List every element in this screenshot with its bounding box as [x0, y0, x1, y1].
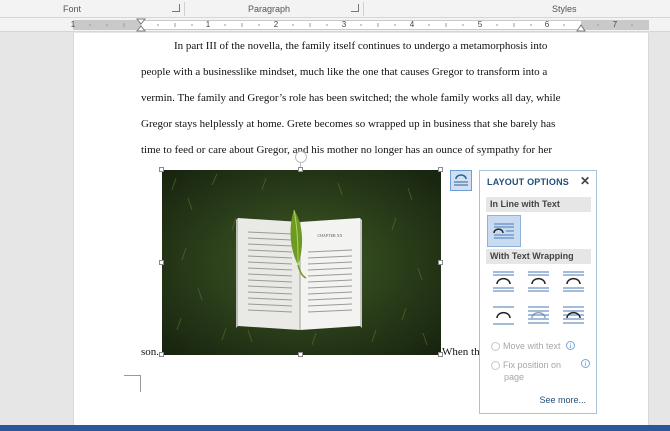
wrap-tight-option[interactable]	[525, 268, 552, 295]
wrap-in-front-of-text-option[interactable]	[560, 302, 587, 329]
horizontal-ruler[interactable]: 1 1 2 3 4 5 6 7	[0, 18, 670, 32]
text-line[interactable]: When th	[442, 346, 480, 358]
wrap-inline-with-text-option[interactable]	[487, 215, 521, 247]
book-on-grass-image[interactable]: CHAPTER XX	[162, 170, 441, 355]
ruler-ticks	[89, 23, 633, 27]
through-wrap-icon	[563, 271, 584, 292]
wrap-through-option[interactable]	[560, 268, 587, 295]
text-line[interactable]: In part III of the novella, the family i…	[174, 40, 547, 52]
resize-handle-bottom-right[interactable]	[438, 352, 443, 357]
resize-handle-top[interactable]	[298, 167, 303, 172]
status-bar	[0, 425, 670, 431]
text-line[interactable]: people with a businesslike mindset, much…	[141, 66, 547, 78]
book-heading: CHAPTER XX	[317, 233, 342, 238]
in-front-of-text-icon	[563, 306, 584, 324]
layout-options-panel: LAYOUT OPTIONS ✕ In Line with Text With …	[479, 170, 597, 414]
text-line[interactable]: Gregor stays helplessly at home. Grete b…	[141, 118, 555, 130]
info-icon[interactable]: i	[566, 341, 575, 350]
close-icon[interactable]: ✕	[580, 174, 590, 188]
square-wrap-icon	[493, 271, 514, 292]
ribbon-group-labels: Font Paragraph Styles	[0, 0, 670, 18]
fix-position-option[interactable]: Fix position on	[491, 360, 562, 371]
move-with-text-option[interactable]: Move with text	[491, 341, 561, 352]
paragraph-group-label: Paragraph	[248, 4, 291, 14]
inline-with-text-section: In Line with Text	[486, 197, 591, 212]
ribbon-divider	[363, 2, 364, 16]
layout-options-icon	[454, 174, 468, 186]
fix-position-label-line2: page	[504, 372, 525, 382]
text-line[interactable]: vermin. The family and Gregor’s role has…	[141, 92, 561, 104]
text-line[interactable]: son.	[141, 346, 159, 358]
wrap-square-option[interactable]	[490, 268, 517, 295]
first-line-indent-marker-icon[interactable]	[136, 18, 146, 32]
ribbon-divider	[184, 2, 185, 16]
text-line[interactable]: time to feed or care about Gregor, and h…	[141, 144, 552, 156]
wrap-behind-text-option[interactable]	[525, 302, 552, 329]
inline-wrap-icon	[493, 223, 514, 239]
resize-handle-left[interactable]	[159, 260, 164, 265]
with-text-wrapping-section: With Text Wrapping	[486, 249, 591, 264]
behind-text-icon	[528, 306, 549, 324]
tight-wrap-icon	[528, 271, 549, 292]
rotate-handle-icon[interactable]	[295, 151, 307, 163]
margin-corner-mark	[124, 375, 141, 392]
resize-handle-bottom[interactable]	[298, 352, 303, 357]
layout-options-title: LAYOUT OPTIONS	[487, 177, 569, 187]
layout-options-button[interactable]	[450, 170, 472, 191]
top-bottom-wrap-icon	[493, 306, 514, 325]
radio-icon[interactable]	[491, 361, 500, 371]
info-icon[interactable]: i	[581, 359, 590, 368]
move-with-text-label: Move with text	[503, 341, 561, 351]
resize-handle-top-left[interactable]	[159, 167, 164, 172]
styles-group-label: Styles	[552, 4, 577, 14]
font-group-label: Font	[63, 4, 82, 14]
see-more-link[interactable]: See more...	[539, 395, 586, 405]
resize-handle-top-right[interactable]	[438, 167, 443, 172]
book-photo: CHAPTER XX	[162, 170, 441, 355]
radio-icon[interactable]	[491, 342, 500, 352]
font-dialog-launcher-icon[interactable]	[172, 4, 180, 12]
paragraph-dialog-launcher-icon[interactable]	[351, 4, 359, 12]
fix-position-label: Fix position on	[503, 360, 562, 370]
resize-handle-right[interactable]	[438, 260, 443, 265]
right-indent-marker-icon[interactable]	[576, 22, 586, 32]
resize-handle-bottom-left[interactable]	[159, 352, 164, 357]
wrap-top-and-bottom-option[interactable]	[490, 302, 517, 329]
